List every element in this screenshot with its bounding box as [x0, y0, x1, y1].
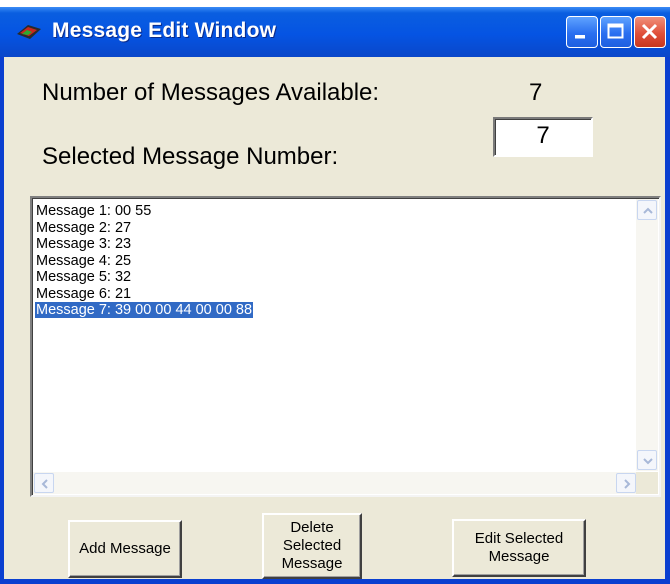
list-item[interactable]: Message 4: 25	[35, 253, 253, 270]
list-item-text: Message 6: 21	[36, 285, 132, 302]
list-item-text: Message 5: 32	[36, 269, 132, 285]
add-message-button[interactable]: Add Message	[68, 520, 182, 578]
scroll-down-icon	[643, 458, 653, 465]
message-edit-window: Message Edit Window Number of Messages A…	[0, 7, 670, 584]
list-item[interactable]: Message 7: 39 00 00 44 00 00 88	[35, 302, 254, 319]
list-item-text: Message 1: 00 55	[36, 203, 152, 219]
delete-selected-message-button[interactable]: Delete Selected Message	[262, 513, 362, 579]
message-list[interactable]: Message 1: 00 55 Message 2: 27 Message 3: …	[30, 196, 661, 497]
message-count-value: 7	[529, 79, 543, 106]
vertical-scrollbar[interactable]	[636, 199, 658, 471]
minimize-icon	[575, 35, 585, 39]
horizontal-scrollbar[interactable]	[33, 472, 637, 494]
message-count-label: Number of Messages Available:	[42, 79, 380, 106]
selected-number-field[interactable]: 7	[493, 117, 593, 157]
scrollbar-corner	[636, 472, 658, 494]
title-bar[interactable]: Message Edit Window	[0, 7, 670, 57]
dialog-client-area: Number of Messages Available: 7 Selected…	[4, 57, 665, 579]
close-icon	[641, 23, 658, 40]
list-item[interactable]: Message 6: 21	[35, 286, 253, 303]
list-item-text: Message 2: 27	[36, 219, 132, 236]
selected-number-label: Selected Message Number:	[42, 143, 339, 170]
list-item[interactable]: Message 3: 23	[35, 236, 253, 253]
maximize-icon	[607, 23, 624, 39]
edit-selected-message-button[interactable]: Edit Selected Message	[452, 519, 586, 577]
close-button[interactable]	[634, 16, 666, 48]
scroll-right-button[interactable]	[616, 473, 636, 493]
scroll-left-button[interactable]	[34, 473, 54, 493]
list-item[interactable]: Message 1: 00 55	[35, 203, 253, 220]
window-title: Message Edit Window	[52, 19, 277, 42]
list-item-text: Message 4: 25	[36, 252, 132, 269]
list-item[interactable]: Message 5: 32	[35, 269, 253, 286]
list-item[interactable]: Message 2: 27	[35, 220, 253, 237]
scroll-up-button[interactable]	[637, 200, 657, 220]
app-icon[interactable]	[14, 21, 44, 43]
scroll-left-icon	[41, 479, 48, 489]
minimize-button[interactable]	[566, 16, 598, 48]
scroll-right-icon	[624, 479, 631, 489]
list-item-text: Message 7: 39 00 00 44 00 00 88	[35, 302, 254, 318]
maximize-button[interactable]	[600, 16, 632, 48]
scroll-up-icon	[643, 207, 653, 214]
scroll-down-button[interactable]	[637, 450, 657, 470]
list-item-text: Message 3: 23	[36, 236, 132, 252]
message-list-items: Message 1: 00 55 Message 2: 27 Message 3: …	[35, 203, 254, 319]
